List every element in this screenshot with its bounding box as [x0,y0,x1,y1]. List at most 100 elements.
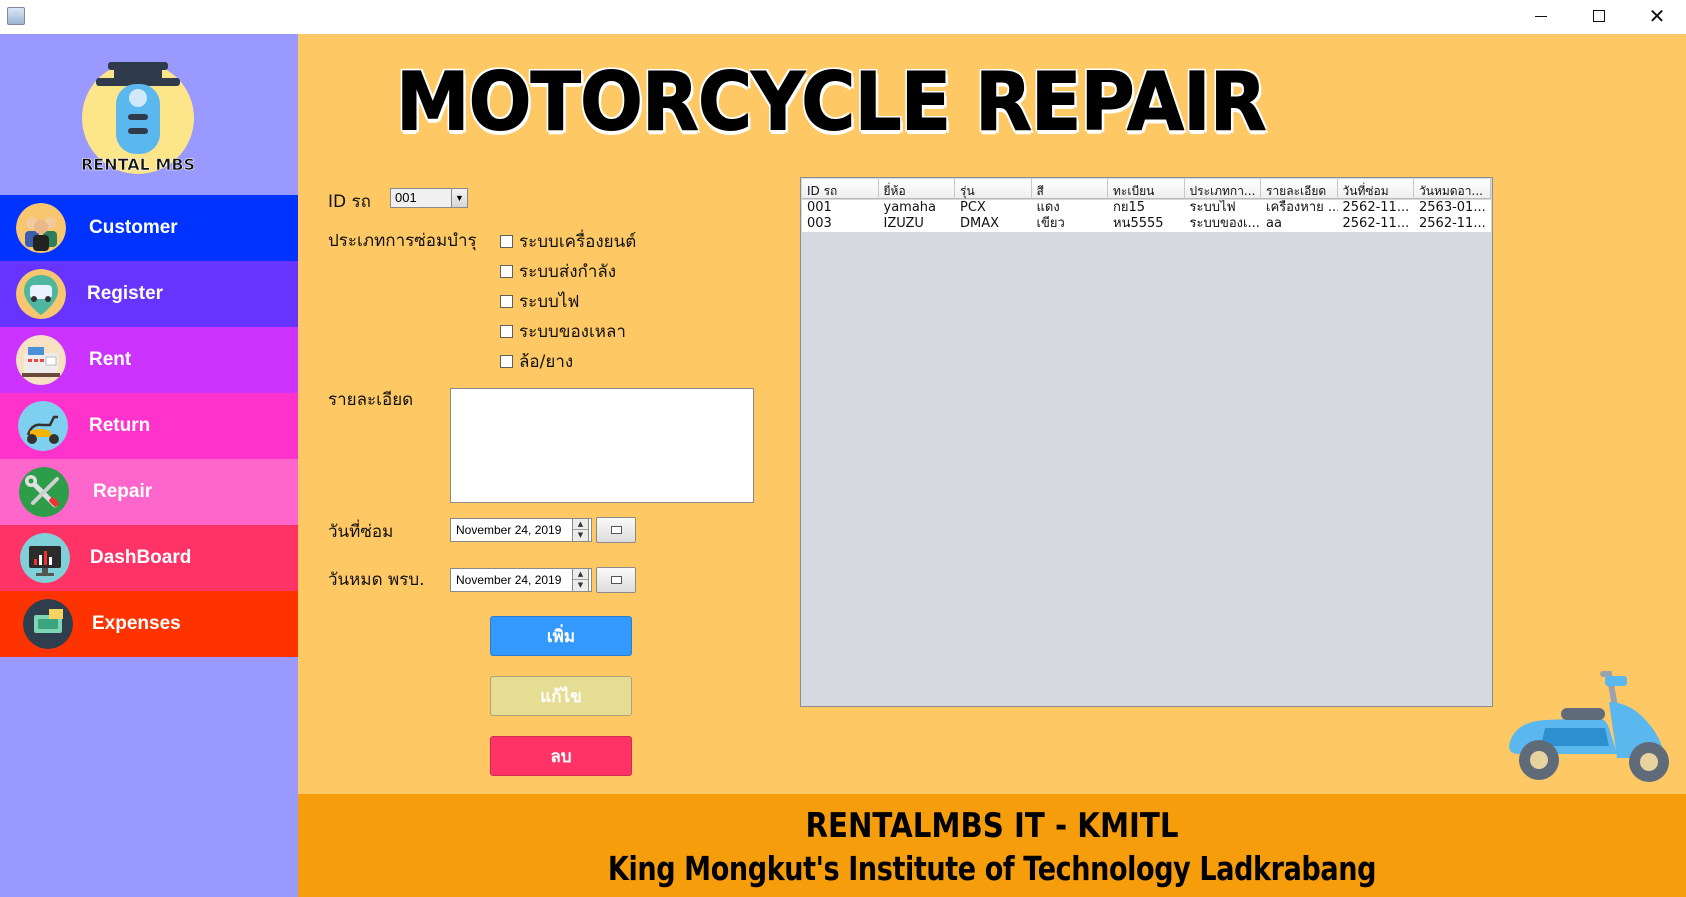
money-icon [23,599,73,649]
repair-type-checkbox-transmission[interactable]: ระบบส่งกำลัง [500,258,616,285]
tax-expiry-label: วันหมด พรบ. [328,570,425,590]
tax-expiry-input[interactable]: November 24, 2019 [450,568,592,592]
nav-repair-label: Repair [93,481,153,502]
repair-date-calendar-button[interactable] [596,517,636,543]
nav-register[interactable]: Register [0,261,298,327]
app-window: ✕ RENTAL MBS Customer Register Rent Retu… [0,0,1686,897]
column-header[interactable]: ID รถ [802,179,879,199]
nav-return-label: Return [89,415,151,436]
nav-dashboard-label: DashBoard [90,547,192,568]
repair-type-checkbox-fluid[interactable]: ระบบของเหลา [500,318,626,345]
nav-rent-label: Rent [89,349,132,370]
car-register-icon [16,269,66,319]
table-cell: yamaha [883,200,937,215]
repair-type-checkbox-electrical[interactable]: ระบบไฟ [500,288,579,315]
repair-type-option: ล้อ/ยาง [519,352,574,372]
logo-text: RENTAL MBS [81,155,195,174]
column-header[interactable]: วันที่ซ่อม [1338,179,1414,199]
minimize-button[interactable] [1512,0,1570,32]
table-row[interactable]: 001 yamaha PCX แดง กย15 ระบบไฟ เครื่องหา… [802,200,1491,216]
repair-type-option: ระบบเครื่องยนต์ [519,232,637,252]
tax-expiry-spinner[interactable]: ▲ ▼ [572,568,589,592]
column-header[interactable]: ประเภทกา... [1185,179,1261,199]
java-cup-icon [7,7,25,25]
column-header[interactable]: ยี่ห้อ [879,179,955,199]
nav-rent[interactable]: Rent [0,327,298,393]
footer-subtitle: King Mongkut's Institute of Technology L… [607,849,1377,888]
table-cell: ระบบของเ... [1189,216,1260,231]
edit-button[interactable]: แก้ไข [490,676,632,716]
checkbox-icon[interactable] [500,295,513,308]
spinner-down-icon[interactable]: ▼ [573,530,588,541]
checkbox-icon[interactable] [500,325,513,338]
wrench-screwdriver-icon [19,467,69,517]
detail-textarea[interactable] [450,388,754,503]
repair-date-spinner[interactable]: ▲ ▼ [572,518,589,542]
table-body: 001 yamaha PCX แดง กย15 ระบบไฟ เครื่องหา… [802,200,1491,232]
table-cell: 003 [807,216,832,231]
maximize-icon [1593,10,1605,22]
delete-button[interactable]: ลบ [490,736,632,776]
table-cell: 2562-11... [1342,200,1410,215]
scooter-illustration [1509,671,1669,782]
table-cell: aa [1266,216,1282,231]
calendar-icon [611,526,622,534]
repair-type-checkbox-engine[interactable]: ระบบเครื่องยนต์ [500,228,636,255]
close-icon: ✕ [1648,4,1666,28]
chevron-down-icon: ▼ [451,189,467,207]
nav-repair[interactable]: Repair [0,459,298,525]
table-cell: กย15 [1113,200,1146,215]
column-header[interactable]: รายละเอียด [1261,179,1338,199]
repair-type-checkbox-wheel[interactable]: ล้อ/ยาง [500,348,573,375]
rental-mbs-logo: RENTAL MBS [81,62,195,174]
checkbox-icon[interactable] [500,235,513,248]
maximize-button[interactable] [1570,0,1628,32]
repair-date-input[interactable]: November 24, 2019 [450,518,592,542]
calendar-icon [611,576,622,584]
nav-dashboard[interactable]: DashBoard [0,525,298,591]
customer-people-icon [16,203,66,253]
table-cell: PCX [960,200,986,215]
table-cell: 2562-11... [1342,216,1410,231]
table-cell: 2562-11... [1419,216,1486,231]
close-button[interactable]: ✕ [1628,0,1686,32]
table-cell: IZUZU [883,216,924,231]
table-cell: ระบบไฟ [1189,200,1236,215]
window-titlebar: ✕ [0,0,1686,34]
table-row[interactable]: 003 IZUZU DMAX เขียว หน5555 ระบบของเ... … [802,216,1491,232]
cash-register-icon [16,335,66,385]
id-select[interactable]: 001 ▼ [390,188,468,208]
repair-type-option: ระบบส่งกำลัง [519,262,617,282]
repair-type-option: ระบบไฟ [519,292,580,312]
sidebar: RENTAL MBS Customer Register Rent Return… [0,34,298,897]
nav-return[interactable]: Return [0,393,298,459]
column-header[interactable]: สี [1032,179,1108,199]
column-header[interactable]: รุ่น [955,179,1032,199]
nav-customer[interactable]: Customer [0,195,298,261]
add-button[interactable]: เพิ่ม [490,616,632,656]
repair-type-option: ระบบของเหลา [519,322,626,342]
minimize-icon [1535,15,1547,17]
scooter-return-icon [18,401,68,451]
spinner-up-icon[interactable]: ▲ [573,519,588,530]
checkbox-icon[interactable] [500,265,513,278]
column-header[interactable]: ทะเบียน [1108,179,1185,199]
nav-expenses[interactable]: Expenses [0,591,298,657]
repair-table[interactable]: ID รถ ยี่ห้อ รุ่น สี ทะเบียน ประเภทกา...… [800,177,1493,707]
repair-date-label: วันที่ซ่อม [328,522,394,542]
table-cell: DMAX [960,216,1000,231]
tax-expiry-calendar-button[interactable] [596,567,636,593]
spinner-down-icon[interactable]: ▼ [573,580,588,591]
main-panel: MOTORCYCLE REPAIR ID รถ 001 ▼ ประเภทการซ… [298,34,1686,794]
footer: RENTALMBS IT - KMITL King Mongkut's Inst… [298,794,1686,897]
table-cell: 001 [807,200,832,215]
id-label: ID รถ [328,192,371,212]
column-header[interactable]: วันหมดอา... [1414,179,1491,199]
id-select-value: 001 [395,190,417,205]
table-cell: แดง [1036,200,1060,215]
spinner-up-icon[interactable]: ▲ [573,569,588,580]
checkbox-icon[interactable] [500,355,513,368]
page-title: MOTORCYCLE REPAIR [396,55,1268,149]
nav-register-label: Register [87,283,164,304]
detail-label: รายละเอียด [328,390,414,410]
